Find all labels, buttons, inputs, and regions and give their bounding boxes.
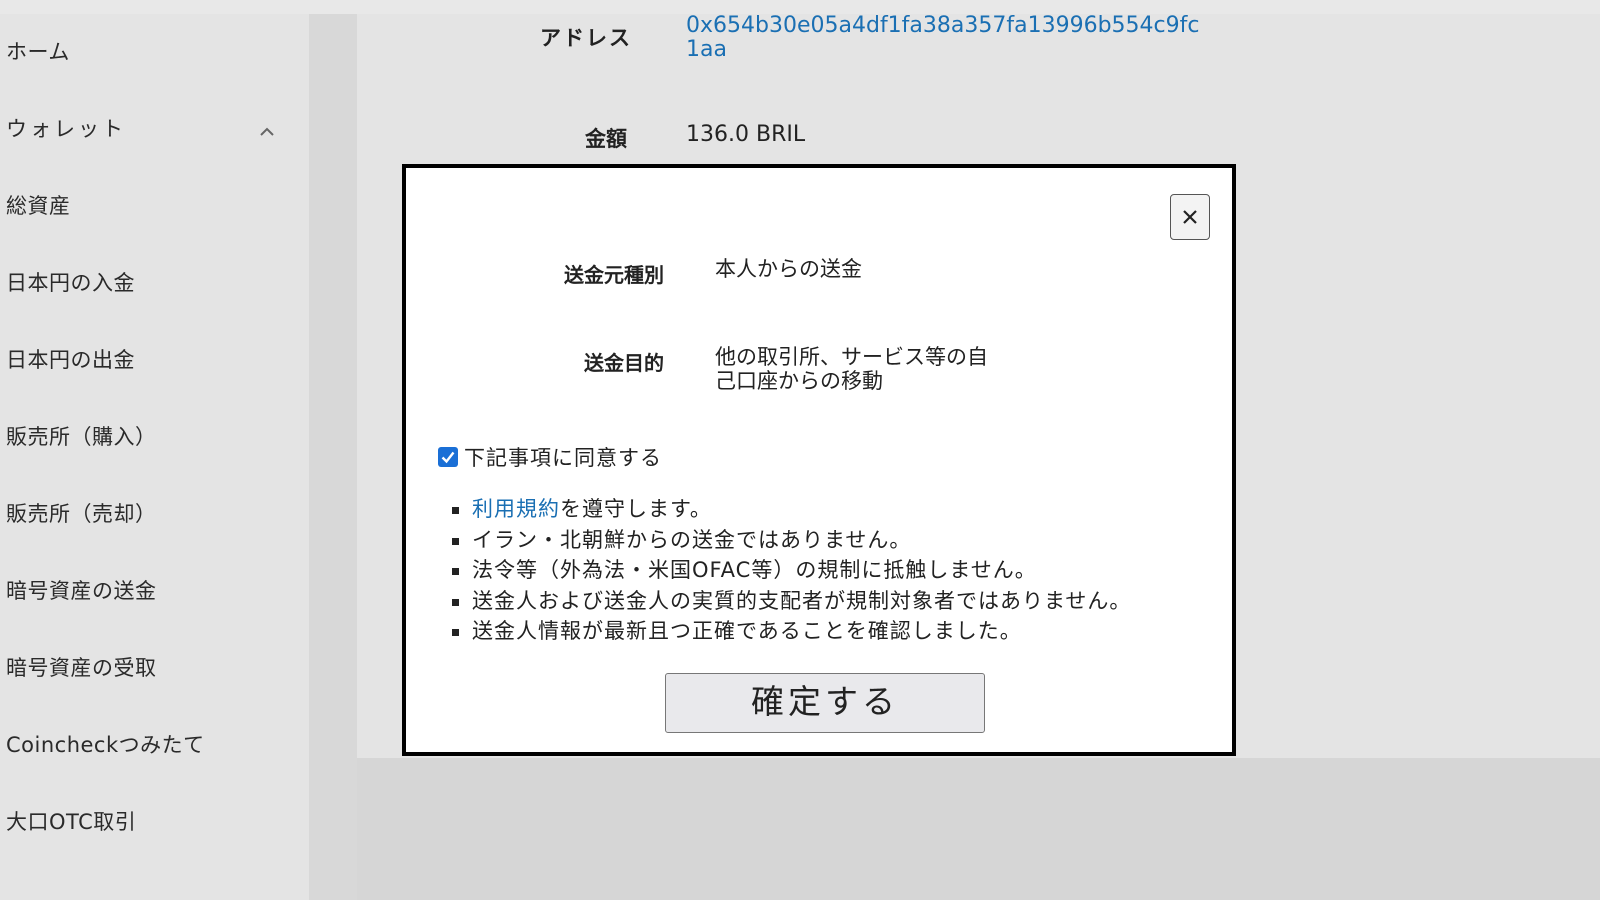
sidebar-item-wallet[interactable]: ウォレット [6,113,126,143]
terms-item: 送金人および送金人の実質的支配者が規制対象者ではありません。 [450,586,1131,617]
sidebar-item-otc[interactable]: 大口OTC取引 [6,806,136,836]
sidebar-item-crypto-send[interactable]: 暗号資産の送金 [6,575,157,605]
content-gutter [309,14,357,900]
purpose-value-line: 己口座からの移動 [715,369,883,393]
sidebar-item-tsumitate[interactable]: Coincheckつみたて [6,729,205,759]
sidebar-item-jpy-deposit[interactable]: 日本円の入金 [6,267,135,297]
close-button[interactable] [1170,194,1210,240]
terms-item: イラン・北朝鮮からの送金ではありません。 [450,525,1131,556]
agree-checkbox-row[interactable]: 下記事項に同意する [438,442,662,472]
sidebar-item-home[interactable]: ホーム [6,36,70,66]
amount-value: 136.0 BRIL [686,122,806,147]
sidebar-item-buy[interactable]: 販売所（購入） [6,421,157,451]
close-icon [1183,210,1197,224]
chevron-up-icon[interactable] [257,122,277,142]
purpose-value: 他の取引所、サービス等の自 己口座からの移動 [715,345,988,393]
purpose-value-line: 他の取引所、サービス等の自 [715,345,988,369]
confirm-button[interactable]: 確定する [665,673,985,733]
sidebar-item-crypto-receive[interactable]: 暗号資産の受取 [6,652,157,682]
address-link[interactable]: 0x654b30e05a4df1fa38a357fa13996b554c9fc1… [686,14,1206,62]
confirm-dialog: 送金元種別 本人からの送金 送金目的 他の取引所、サービス等の自 己口座からの移… [402,164,1236,756]
terms-list: 利用規約を遵守します。 イラン・北朝鮮からの送金ではありません。 法令等（外為法… [450,494,1131,647]
terms-item: 利用規約を遵守します。 [450,494,1131,525]
sidebar-item-jpy-withdraw[interactable]: 日本円の出金 [6,344,135,374]
sidebar: ホーム ウォレット 総資産 日本円の入金 日本円の出金 販売所（購入） 販売所（… [0,14,309,900]
agree-checkbox[interactable] [438,447,458,467]
sidebar-item-sell[interactable]: 販売所（売却） [6,498,157,528]
terms-item-text: イラン・北朝鮮からの送金ではありません。 [472,527,912,552]
terms-item: 送金人情報が最新且つ正確であることを確認しました。 [450,616,1131,647]
checkmark-icon [441,451,455,464]
terms-item-text: 法令等（外為法・米国OFAC等）の規制に抵触しません。 [472,558,1037,582]
amount-label: 金額 [585,127,627,151]
agree-label: 下記事項に同意する [464,446,662,470]
terms-of-use-link[interactable]: 利用規約 [472,497,560,521]
sidebar-item-total-assets[interactable]: 総資産 [6,190,71,220]
address-label: アドレス [540,26,632,50]
source-type-label: 送金元種別 [564,263,664,287]
terms-item-text: を遵守します。 [560,497,712,521]
purpose-label: 送金目的 [584,351,664,375]
source-type-value: 本人からの送金 [715,257,862,281]
terms-item-text: 送金人および送金人の実質的支配者が規制対象者ではありません。 [472,588,1132,613]
terms-item: 法令等（外為法・米国OFAC等）の規制に抵触しません。 [450,555,1131,586]
top-bar [0,0,1600,14]
terms-item-text: 送金人情報が最新且つ正確であることを確認しました。 [472,619,1022,643]
